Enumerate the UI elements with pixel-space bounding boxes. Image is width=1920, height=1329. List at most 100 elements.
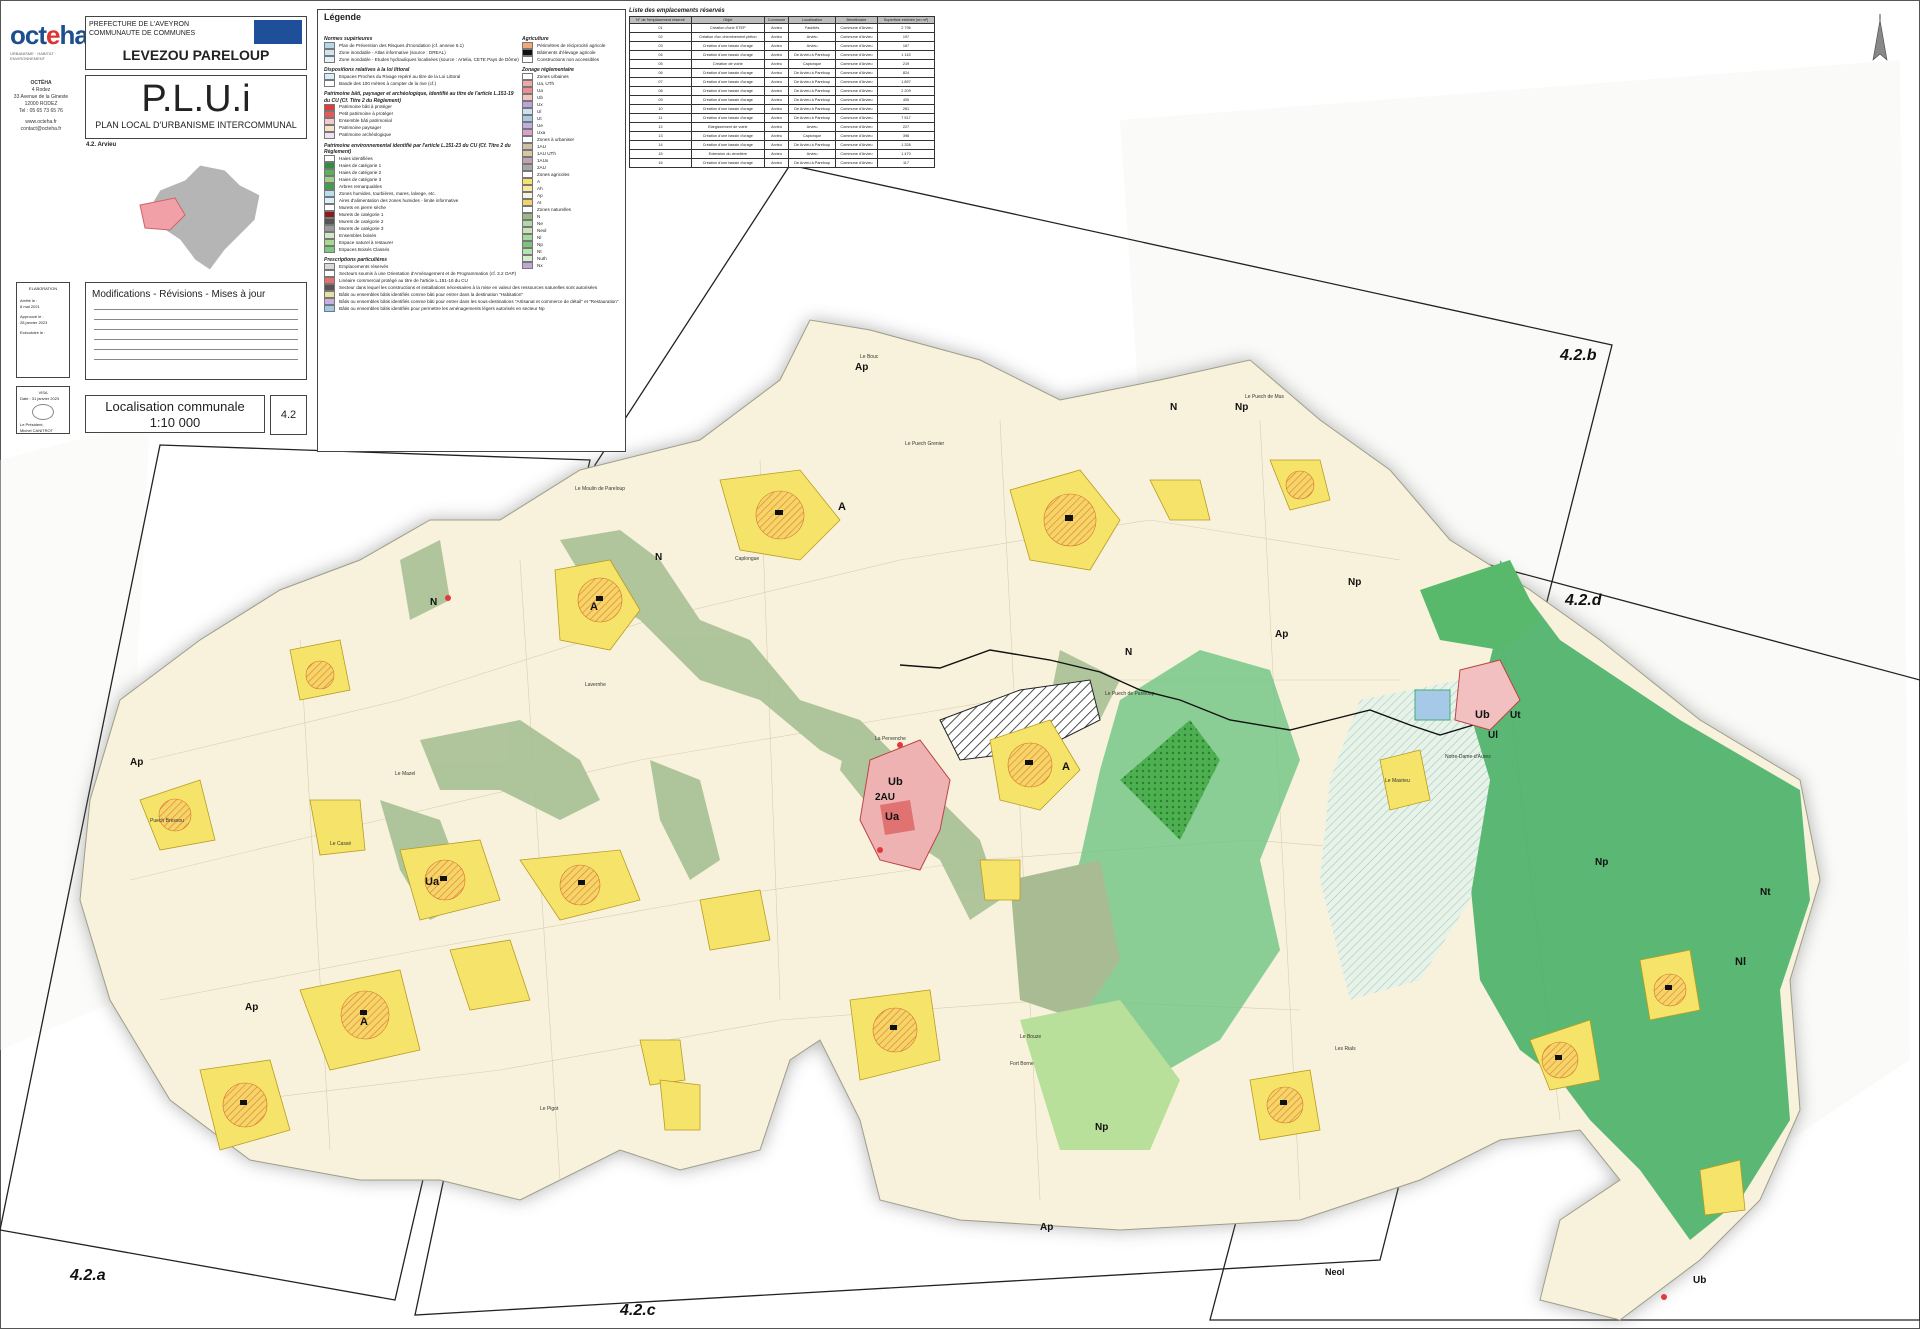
table-cell: 01 (629, 23, 692, 33)
table-cell: Commune d'Arvieu (834, 32, 879, 42)
place-name: Lavernhe (585, 682, 606, 688)
community-name: LEVEZOU PARELOUP (122, 47, 270, 63)
legend-swatch (324, 277, 335, 285)
legend-label: Nuth (537, 255, 547, 261)
zone-label: 2AU (875, 792, 895, 803)
table-cell: De Arvieu à Pareloup (788, 104, 836, 114)
table-cell: De Arvieu à Pareloup (788, 95, 836, 105)
zone-label: Ap (245, 1002, 258, 1013)
legend-swatch (522, 192, 533, 200)
legend-swatch (522, 248, 533, 256)
signature-stamp (32, 404, 54, 420)
legend-label: Patrimoine bâti à protéger (339, 104, 392, 110)
legend-label: Bâtis ou ensembles bâtis identifiés comm… (339, 298, 619, 304)
legend-swatch (324, 176, 335, 184)
table-cell: 02 (629, 32, 692, 42)
prefecture-box: PREFECTURE DE L'AVEYRON COMMUNAUTE DE CO… (85, 16, 307, 70)
legend-item: Haies de catégorie 2 (324, 169, 514, 177)
table-cell: 08 (629, 86, 692, 96)
zone-label: Np (1235, 402, 1248, 413)
legend-item: Haies de catégorie 3 (324, 176, 514, 184)
legend-label: Ux (537, 101, 543, 107)
map-legend: Légende Normes supérieures Plan de Préven… (317, 9, 626, 452)
legend-swatch (324, 169, 335, 177)
legend-label: Nl (537, 234, 542, 240)
table-cell: De Arvieu à Pareloup (788, 113, 836, 123)
legend-label: Haies de catégorie 2 (339, 169, 382, 175)
legend-label: Patrimoine archéologique (339, 132, 392, 138)
legend-label: Ne (537, 220, 543, 226)
legend-label: Patrimoine paysager (339, 125, 382, 131)
table-cell: Commune d'Arvieu (834, 86, 879, 96)
plate-number: 4.2 (270, 395, 307, 435)
place-name: Le Pigot (540, 1106, 559, 1112)
legend-swatch (522, 213, 533, 221)
legend-swatch (522, 87, 533, 95)
table-cell: Création d'une bassin d'orage (690, 113, 765, 123)
legend-item: Ensembles boisés (324, 232, 514, 240)
zone-label: N (655, 552, 662, 563)
legend-swatch (522, 220, 533, 228)
legend-label: Neol (537, 227, 547, 233)
legend-swatch (324, 103, 335, 111)
legend-swatch (522, 42, 533, 50)
table-row: 07 Création d'une bassin d'orage Arvieu De … (629, 77, 935, 87)
scale-label: 1:10 000 (149, 415, 201, 430)
legend-item: Ne (522, 220, 622, 228)
zone-label: Np (1348, 577, 1361, 588)
legend-swatch (324, 190, 335, 198)
table-cell: Capionque (788, 131, 836, 141)
table-header-cell: Commune (763, 16, 790, 24)
table-cell: 1 470 (877, 149, 935, 159)
legend-item: Zones naturelles (522, 206, 622, 214)
legend-label: Petit patrimoine à protéger (339, 111, 394, 117)
table-cell: Elargissement de voirie (690, 122, 765, 132)
table-cell: Arvieu (763, 77, 790, 87)
table-cell: Commune d'Arvieu (834, 122, 879, 132)
table-cell: Arvieu (763, 68, 790, 78)
legend-item: Linéaire commercial protégé au titre de … (324, 277, 514, 285)
legend-swatch (522, 94, 533, 102)
zone-label: A (1062, 761, 1070, 773)
legend-swatch (522, 108, 533, 116)
table-cell: Création d'une bassin d'orage (690, 86, 765, 96)
table-cell: 15 (629, 149, 692, 159)
table-cell: Commune d'Arvieu (834, 104, 879, 114)
place-name: Les Rials (1335, 1046, 1356, 1052)
table-cell: 117 (877, 158, 935, 168)
table-cell: Arvieu (763, 59, 790, 69)
table-cell: Commune d'Arvieu (834, 77, 879, 87)
legend-swatch (324, 225, 335, 233)
table-row: 11 Création d'une bassin d'orage Arvieu De … (629, 113, 935, 123)
table-cell: Commune d'Arvieu (834, 158, 879, 168)
place-name: Le Masrieu (1385, 778, 1410, 784)
legend-swatch (522, 171, 533, 179)
zone-label: Ub (888, 776, 903, 788)
table-cell: Arvieu (788, 41, 836, 51)
zone-label: Ap (855, 362, 868, 373)
modifications-line (94, 339, 298, 340)
legend-label: Emplacements réservés (339, 263, 389, 269)
legend-label: Secteurs soumis à une Orientation d'Amén… (339, 270, 517, 276)
table-cell: Arvieu (763, 140, 790, 150)
zone-label: Np (1595, 857, 1608, 868)
table-row: 12 Elargissement de voirie Arvieu Arvieu Com… (629, 122, 935, 132)
legend-swatch (522, 164, 533, 172)
legend-swatch (522, 49, 533, 57)
table-cell: Arvieu (763, 23, 790, 33)
legend-label: Constructions non accessibles (537, 56, 600, 62)
legend-item: 1AU UTh (522, 150, 622, 158)
legend-title: Légende (324, 12, 362, 22)
zone-label: Ul (1488, 730, 1498, 741)
table-row: 03 Création d'une bassin d'orage Arvieu Arv… (629, 41, 935, 51)
zone-label: N (430, 597, 437, 608)
reserved-table-title: Liste des emplacements réservés (629, 8, 725, 14)
legend-section-heading: Patrimoine bâti, paysager et archéologiq… (324, 91, 514, 104)
legend-label: Haies identifiées (339, 155, 373, 161)
table-cell: Arvieu (763, 113, 790, 123)
reserved-locations-table: N° de l'emplacement réservé Objet Commune L… (629, 16, 935, 168)
legend-label: Zone inondable - Atlas informative (sour… (339, 49, 446, 55)
legend-label: At (537, 199, 542, 205)
legend-label: Ub (537, 94, 543, 100)
legend-label: Aires d'alimentation des zones humides -… (339, 197, 459, 203)
